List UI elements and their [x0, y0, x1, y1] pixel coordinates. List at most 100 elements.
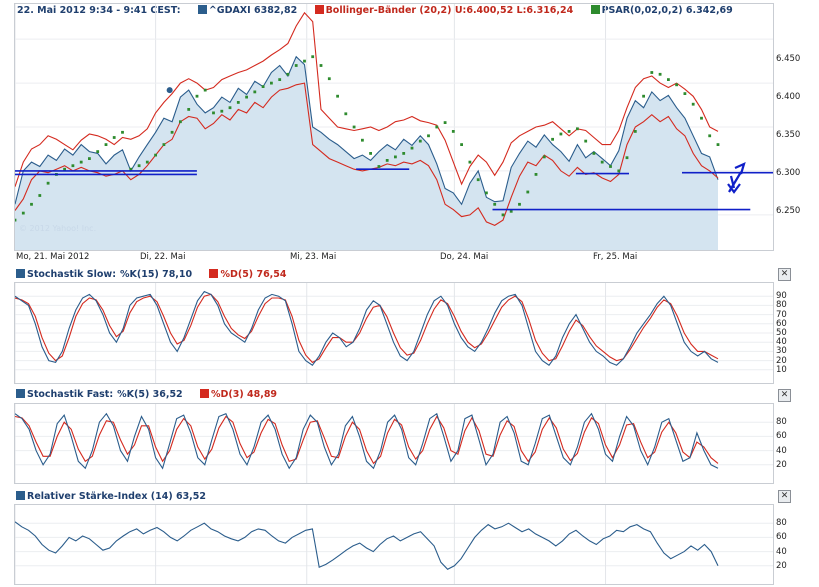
- psar-dot: [195, 94, 199, 98]
- stoch-fast-panel: [14, 403, 774, 484]
- psar-dot: [683, 92, 687, 95]
- psar-dot: [270, 81, 273, 85]
- y-tick-main: 6.350: [776, 130, 801, 140]
- stoch-fast-d: %D(3) 48,89: [210, 389, 278, 400]
- psar-dot: [592, 152, 596, 155]
- watermark: © 2012 Yahoo! Inc.: [19, 224, 97, 233]
- psar-dot: [88, 157, 91, 160]
- psar-dot: [485, 191, 488, 195]
- psar-dot: [71, 164, 75, 168]
- stoch-fast-legend: Stochastik Fast: %K(5) 36,52 %D(3) 48,89: [16, 389, 291, 400]
- stoch-fast-d-line: [15, 415, 719, 465]
- psar-dot: [576, 127, 579, 131]
- psar-dot: [21, 211, 25, 215]
- y-tick: 20: [776, 459, 787, 470]
- psar-dot: [96, 150, 100, 153]
- psar-dot: [30, 202, 33, 206]
- psar-dot: [344, 112, 348, 116]
- psar-dot: [327, 77, 331, 81]
- price-chart: [15, 4, 773, 250]
- psar-dot: [377, 165, 381, 168]
- psar-dot: [187, 108, 191, 111]
- psar-dot: [319, 64, 323, 67]
- psar-dot: [369, 152, 372, 155]
- stoch-slow-k: %K(15) 78,10: [120, 269, 193, 280]
- psar-dot: [385, 159, 389, 162]
- psar-dot: [361, 138, 364, 142]
- psar-dot: [154, 153, 157, 157]
- psar-dot: [15, 218, 17, 222]
- y-tick-main: 6.400: [776, 92, 801, 102]
- psar-dot: [642, 94, 645, 98]
- stoch-fast-title: Stochastik Fast:: [27, 389, 114, 400]
- psar-dot: [145, 160, 149, 164]
- y-tick: 40: [776, 546, 787, 557]
- psar-dot: [501, 213, 505, 217]
- psar-dot: [534, 173, 538, 176]
- stoch-slow-title: Stochastik Slow:: [27, 269, 116, 280]
- psar-dot: [212, 111, 215, 115]
- psar-dot: [278, 78, 282, 81]
- psar-dot: [658, 72, 662, 76]
- psar-dot: [609, 165, 612, 168]
- psar-dot: [633, 130, 637, 133]
- close-icon[interactable]: ✕: [778, 490, 791, 503]
- psar-dot: [294, 64, 298, 67]
- psar-dot: [526, 190, 530, 194]
- y-tick-main: 6.300: [776, 168, 801, 178]
- y-tick: 80: [776, 518, 787, 529]
- psar-dot: [38, 194, 42, 197]
- x-label: Mi, 23. Mai: [290, 252, 337, 262]
- psar-dot: [435, 125, 439, 129]
- psar-dot: [551, 137, 554, 141]
- psar-dot: [418, 139, 422, 143]
- stoch-slow-d: %D(5) 76,54: [220, 269, 287, 280]
- psar-dot: [700, 116, 703, 120]
- psar-dot: [303, 59, 306, 63]
- psar-dot: [542, 155, 546, 159]
- x-label: Fr, 25. Mai: [593, 252, 638, 262]
- price-area: [15, 56, 718, 250]
- y-tick: 80: [776, 417, 787, 428]
- y-tick: 20: [776, 560, 787, 571]
- psar-dot: [162, 143, 166, 146]
- psar-dot: [245, 95, 248, 99]
- psar-dot: [121, 130, 124, 134]
- stoch-slow-panel: [14, 282, 774, 384]
- psar-dot: [468, 160, 472, 164]
- stoch-slow-k-line: [15, 290, 719, 366]
- psar-dot: [567, 130, 571, 133]
- psar-dot: [170, 130, 174, 134]
- psar-dot: [236, 101, 240, 104]
- rsi-line: [15, 521, 719, 570]
- psar-dot: [451, 130, 455, 133]
- y-tick-main: 6.250: [776, 206, 801, 216]
- psar-dot: [559, 132, 563, 136]
- stoch-fast-chart: [15, 404, 773, 483]
- close-icon[interactable]: ✕: [778, 268, 791, 281]
- psar-dot: [137, 164, 141, 168]
- psar-dot: [104, 143, 108, 146]
- psar-dot: [708, 134, 712, 138]
- psar-dot: [667, 78, 670, 81]
- psar-dot: [261, 85, 265, 88]
- close-icon[interactable]: ✕: [778, 389, 791, 402]
- psar-dot: [228, 106, 232, 110]
- psar-dot: [311, 55, 315, 59]
- psar-dot: [650, 71, 654, 74]
- psar-dot: [203, 88, 207, 92]
- y-tick: 40: [776, 445, 787, 456]
- psar-dot: [617, 169, 621, 173]
- psar-dot: [493, 202, 497, 206]
- psar-dot: [691, 102, 695, 106]
- rsi-legend: Relativer Stärke-Index (14) 63,52: [16, 491, 220, 502]
- psar-dot: [600, 160, 604, 164]
- psar-dot: [394, 155, 397, 159]
- y-tick-main: 6.450: [776, 54, 801, 64]
- y-tick: 60: [776, 532, 787, 543]
- psar-dot: [352, 125, 356, 129]
- psar-dot: [286, 72, 290, 76]
- psar-dot: [675, 83, 678, 87]
- stoch-slow-d-line: [15, 293, 719, 364]
- x-label: Mo, 21. Mai 2012: [16, 252, 90, 262]
